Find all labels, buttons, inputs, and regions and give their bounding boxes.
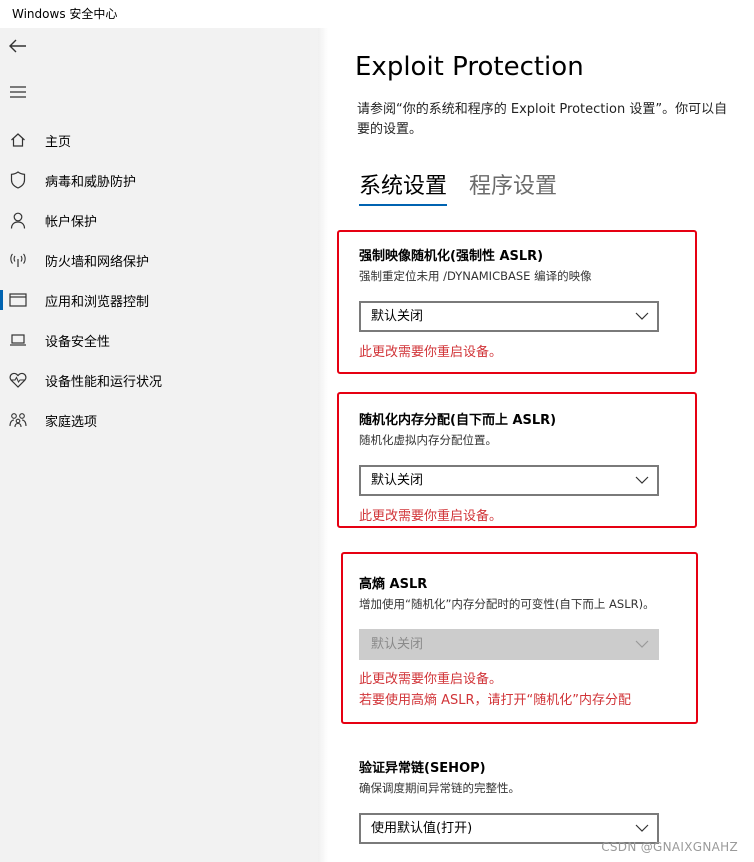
dropdown-value: 使用默认值(打开): [371, 821, 473, 836]
app-window-icon: [8, 290, 28, 310]
sidebar-item-label: 防火墙和网络保护: [45, 254, 150, 270]
page-description: 请参阅“你的系统和程序的 Exploit Protection 设置”。你可以自…: [357, 100, 754, 140]
laptop-icon: [8, 330, 28, 350]
highlight-box: [337, 392, 697, 528]
page-description-line1: 请参阅“你的系统和程序的 Exploit Protection 设置”。你可以自: [357, 102, 728, 117]
shield-icon: [8, 170, 28, 190]
back-button[interactable]: [6, 34, 30, 58]
sidebar-item-device-security[interactable]: 设备安全性: [0, 320, 318, 360]
sidebar-item-label: 应用和浏览器控制: [45, 294, 150, 310]
sidebar-divider: [318, 28, 328, 862]
page-description-line2: 要的设置。: [357, 122, 423, 137]
sidebar-item-home[interactable]: 主页: [0, 120, 318, 160]
back-arrow-icon: [9, 39, 26, 53]
sidebar-nav: 主页 病毒和威胁防护 帐户保护 防火墙和网络保护 应用和浏览器控制 设备安全性: [0, 120, 318, 440]
sidebar-item-label: 设备性能和运行状况: [45, 374, 163, 390]
wireless-icon: [8, 250, 28, 270]
sidebar-item-label: 主页: [45, 134, 72, 150]
family-icon: [8, 410, 28, 430]
sidebar-item-account-protection[interactable]: 帐户保护: [0, 200, 318, 240]
chevron-down-icon: [635, 824, 649, 832]
person-icon: [8, 210, 28, 230]
heart-pulse-icon: [8, 370, 28, 390]
watermark: CSDN @GNAIXGNAHZ: [601, 840, 738, 854]
menu-button[interactable]: [6, 80, 30, 104]
tab-bar: 系统设置 程序设置: [359, 168, 557, 206]
sidebar-item-virus-protection[interactable]: 病毒和威胁防护: [0, 160, 318, 200]
sidebar-item-firewall[interactable]: 防火墙和网络保护: [0, 240, 318, 280]
window-title: Windows 安全中心: [0, 0, 754, 28]
sidebar-item-app-browser-control[interactable]: 应用和浏览器控制: [0, 280, 318, 320]
highlight-box: [341, 552, 698, 724]
sidebar-item-label: 病毒和威胁防护: [45, 174, 137, 190]
setting-sehop: 验证异常链(SEHOP) 确保调度期间异常链的完整性。: [359, 757, 699, 796]
hamburger-menu-icon: [10, 86, 26, 98]
tab-system-settings[interactable]: 系统设置: [359, 168, 448, 206]
tab-program-settings[interactable]: 程序设置: [469, 168, 557, 206]
setting-description: 确保调度期间异常链的完整性。: [359, 781, 520, 795]
page-title: Exploit Protection: [355, 52, 584, 82]
sidebar-item-label: 设备安全性: [45, 334, 111, 350]
sidebar-item-device-performance[interactable]: 设备性能和运行状况: [0, 360, 318, 400]
sidebar-item-label: 家庭选项: [45, 414, 98, 430]
setting-title: 验证异常链(SEHOP): [359, 761, 486, 776]
home-icon: [8, 130, 28, 150]
highlight-box: [337, 230, 697, 374]
sidebar-item-label: 帐户保护: [45, 214, 98, 230]
sidebar-item-family-options[interactable]: 家庭选项: [0, 400, 318, 440]
